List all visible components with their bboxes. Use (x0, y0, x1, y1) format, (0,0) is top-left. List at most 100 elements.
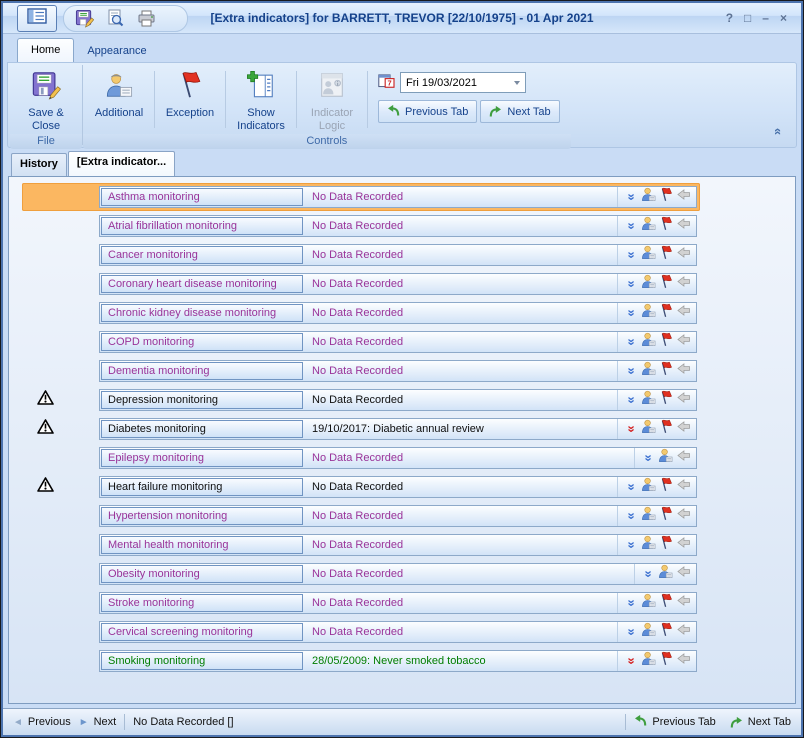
additional-button[interactable]: Additional (86, 66, 152, 133)
person-details-icon[interactable] (658, 448, 673, 468)
indicator-row-box[interactable]: Coronary heart disease monitoring No Dat… (99, 273, 697, 295)
person-details-icon[interactable] (641, 332, 656, 352)
person-details-icon[interactable] (641, 535, 656, 555)
print-icon[interactable] (135, 8, 157, 29)
tab-history[interactable]: History (11, 153, 67, 176)
statusbar-next-tab-button[interactable]: Next Tab (730, 716, 791, 729)
indicator-row-box[interactable]: Asthma monitoring No Data Recorded » (99, 186, 697, 208)
indicator-row[interactable]: Heart failure monitoring No Data Recorde… (22, 473, 700, 501)
person-details-icon[interactable] (641, 622, 656, 642)
expand-chevron-icon[interactable]: » (626, 597, 638, 610)
indicator-row-box[interactable]: Epilepsy monitoring No Data Recorded » (99, 447, 697, 469)
expand-chevron-icon[interactable]: » (626, 249, 638, 262)
expand-chevron-icon[interactable]: » (643, 452, 655, 465)
indicator-row[interactable]: Asthma monitoring No Data Recorded » (22, 183, 700, 211)
indicator-row[interactable]: Cervical screening monitoring No Data Re… (22, 618, 700, 646)
person-details-icon[interactable] (641, 216, 656, 236)
flag-icon[interactable] (659, 506, 673, 526)
indicator-row[interactable]: Obesity monitoring No Data Recorded » (22, 560, 700, 588)
flag-icon[interactable] (659, 651, 673, 671)
indicator-row[interactable]: Depression monitoring No Data Recorded » (22, 386, 700, 414)
person-details-icon[interactable] (641, 593, 656, 613)
expand-chevron-icon[interactable]: » (626, 510, 638, 523)
indicator-label[interactable]: Obesity monitoring (101, 565, 303, 583)
indicator-row-box[interactable]: Smoking monitoring 28/05/2009: Never smo… (99, 650, 697, 672)
person-details-icon[interactable] (641, 651, 656, 671)
indicator-label[interactable]: Stroke monitoring (101, 594, 303, 612)
indicator-row[interactable]: Epilepsy monitoring No Data Recorded » (22, 444, 700, 472)
date-picker[interactable]: Fri 19/03/2021 (400, 72, 526, 93)
expand-chevron-icon[interactable]: » (626, 336, 638, 349)
indicator-label[interactable]: Hypertension monitoring (101, 507, 303, 525)
flag-icon[interactable] (659, 216, 673, 236)
indicator-row-box[interactable]: Depression monitoring No Data Recorded » (99, 389, 697, 411)
indicator-row[interactable]: Hypertension monitoring No Data Recorded… (22, 502, 700, 530)
indicator-row-box[interactable]: Diabetes monitoring 19/10/2017: Diabetic… (99, 418, 697, 440)
ribbon-tab-appearance[interactable]: Appearance (74, 40, 159, 62)
indicator-label[interactable]: Cancer monitoring (101, 246, 303, 264)
flag-icon[interactable] (659, 303, 673, 323)
flag-icon[interactable] (659, 419, 673, 439)
indicator-row[interactable]: Atrial fibrillation monitoring No Data R… (22, 212, 700, 240)
indicator-label[interactable]: Atrial fibrillation monitoring (101, 217, 303, 235)
person-details-icon[interactable] (641, 245, 656, 265)
expand-chevron-icon[interactable]: » (626, 539, 638, 552)
next-tab-button[interactable]: Next Tab (480, 100, 559, 123)
previous-tab-button[interactable]: Previous Tab (378, 100, 477, 123)
indicator-row-box[interactable]: Dementia monitoring No Data Recorded » (99, 360, 697, 382)
indicator-label[interactable]: Depression monitoring (101, 391, 303, 409)
help-button[interactable]: ? (726, 11, 733, 25)
indicator-row-box[interactable]: Atrial fibrillation monitoring No Data R… (99, 215, 697, 237)
indicator-row-box[interactable]: Mental health monitoring No Data Recorde… (99, 534, 697, 556)
collapse-ribbon-icon[interactable]: « (771, 128, 786, 135)
previous-button[interactable]: ◄ Previous (13, 716, 71, 728)
next-button[interactable]: ► Next (79, 716, 117, 728)
person-details-icon[interactable] (641, 390, 656, 410)
expand-chevron-icon[interactable]: » (626, 278, 638, 291)
expand-chevron-icon[interactable]: » (626, 365, 638, 378)
expand-chevron-icon[interactable]: » (626, 220, 638, 233)
indicator-row-box[interactable]: Stroke monitoring No Data Recorded » (99, 592, 697, 614)
indicator-label[interactable]: Mental health monitoring (101, 536, 303, 554)
save-close-button[interactable]: Save & Close (13, 66, 79, 133)
indicator-label[interactable]: COPD monitoring (101, 333, 303, 351)
exception-button[interactable]: Exception (157, 66, 223, 133)
minimize-button[interactable]: – (762, 11, 769, 25)
flag-icon[interactable] (659, 622, 673, 642)
application-menu-button[interactable] (17, 5, 57, 32)
indicator-row[interactable]: Mental health monitoring No Data Recorde… (22, 531, 700, 559)
expand-chevron-icon[interactable]: » (626, 626, 638, 639)
expand-chevron-icon[interactable]: » (626, 307, 638, 320)
tab-extra-indicator[interactable]: [Extra indicator... (68, 151, 175, 176)
indicator-label[interactable]: Heart failure monitoring (101, 478, 303, 496)
indicator-label[interactable]: Chronic kidney disease monitoring (101, 304, 303, 322)
indicator-label[interactable]: Cervical screening monitoring (101, 623, 303, 641)
ribbon-tab-home[interactable]: Home (17, 38, 74, 62)
indicator-label[interactable]: Epilepsy monitoring (101, 449, 303, 467)
flag-icon[interactable] (659, 477, 673, 497)
indicator-row[interactable]: Cancer monitoring No Data Recorded » (22, 241, 700, 269)
indicator-row[interactable]: Dementia monitoring No Data Recorded » (22, 357, 700, 385)
print-preview-icon[interactable] (104, 8, 126, 29)
expand-chevron-icon[interactable]: » (626, 423, 638, 436)
statusbar-previous-tab-button[interactable]: Previous Tab (634, 714, 715, 730)
indicator-row[interactable]: Chronic kidney disease monitoring No Dat… (22, 299, 700, 327)
expand-chevron-icon[interactable]: » (626, 655, 638, 668)
flag-icon[interactable] (659, 187, 673, 207)
show-indicators-button[interactable]: Show Indicators (228, 66, 294, 133)
expand-chevron-icon[interactable]: » (626, 394, 638, 407)
person-details-icon[interactable] (641, 303, 656, 323)
indicator-label[interactable]: Diabetes monitoring (101, 420, 303, 438)
indicator-row-box[interactable]: COPD monitoring No Data Recorded » (99, 331, 697, 353)
indicator-row[interactable]: Stroke monitoring No Data Recorded » (22, 589, 700, 617)
indicator-row[interactable]: COPD monitoring No Data Recorded » (22, 328, 700, 356)
indicator-label[interactable]: Asthma monitoring (101, 188, 303, 206)
indicator-row-box[interactable]: Obesity monitoring No Data Recorded » (99, 563, 697, 585)
flag-icon[interactable] (659, 361, 673, 381)
person-details-icon[interactable] (641, 506, 656, 526)
flag-icon[interactable] (659, 274, 673, 294)
indicator-row[interactable]: Coronary heart disease monitoring No Dat… (22, 270, 700, 298)
close-button[interactable]: × (780, 11, 787, 25)
indicator-row-box[interactable]: Cancer monitoring No Data Recorded » (99, 244, 697, 266)
indicator-row-box[interactable]: Hypertension monitoring No Data Recorded… (99, 505, 697, 527)
